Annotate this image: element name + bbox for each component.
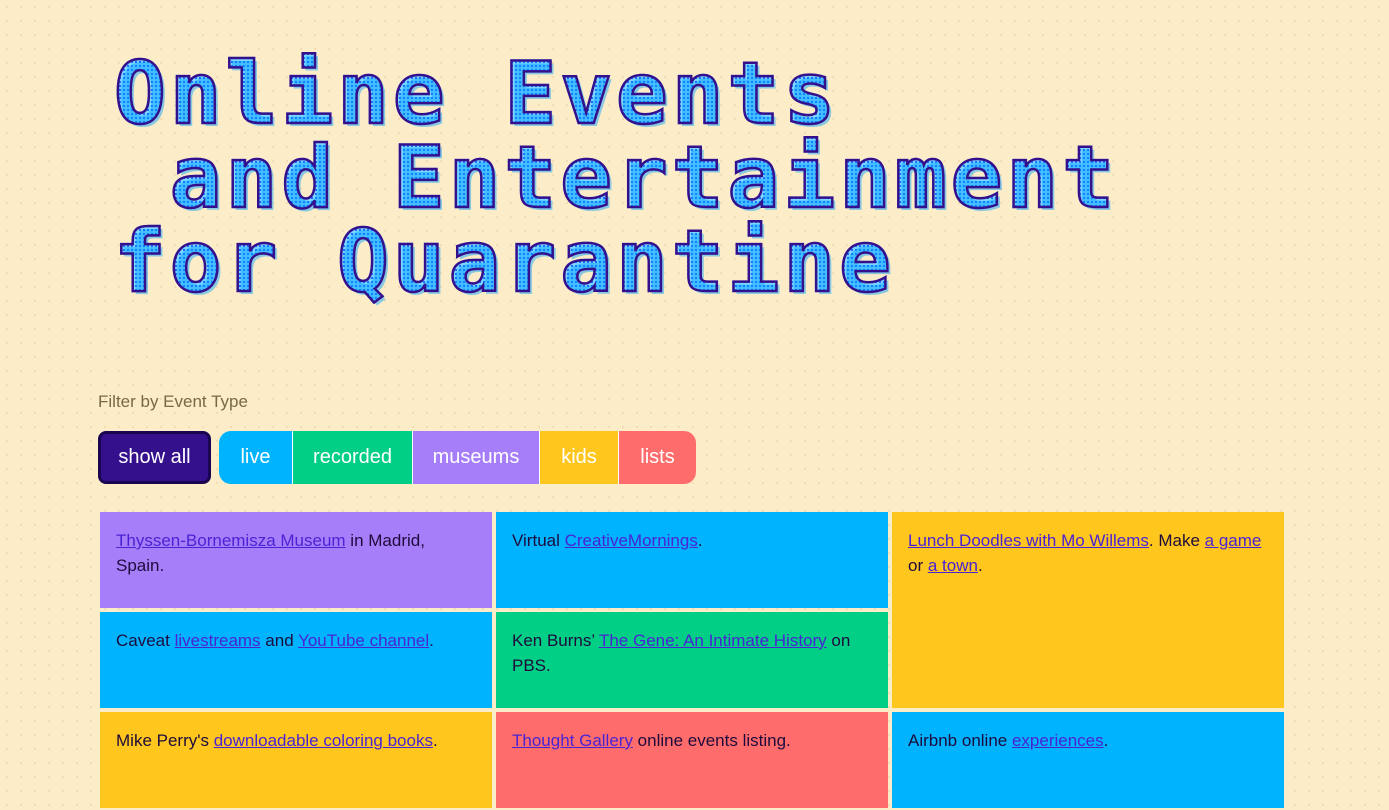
event-link[interactable]: YouTube channel <box>298 631 429 650</box>
event-card: Thought Gallery online events listing. <box>496 712 888 808</box>
event-link[interactable]: experiences <box>1012 731 1104 750</box>
event-link[interactable]: downloadable coloring books <box>214 731 433 750</box>
event-card: Mike Perry's downloadable coloring books… <box>100 712 492 808</box>
event-text: . <box>1103 731 1109 750</box>
filter-show-all-button[interactable]: show all <box>98 431 211 484</box>
event-text: and <box>260 631 299 650</box>
page-title-line-3: for Quarantine <box>113 218 1118 307</box>
event-link[interactable]: The Gene: An Intimate History <box>599 631 827 650</box>
page-title-line-1: Online Events <box>113 50 1118 139</box>
event-text: online events listing. <box>632 731 791 750</box>
event-text: . <box>429 631 434 650</box>
filter-label: Filter by Event Type <box>98 392 248 411</box>
event-text: . <box>697 531 703 550</box>
event-card: Virtual CreativeMornings. <box>496 512 888 608</box>
event-card: Ken Burns’ The Gene: An Intimate History… <box>496 612 888 708</box>
filter-kids-button[interactable]: kids <box>540 431 619 484</box>
event-card: Thyssen-Bornemisza Museum in Madrid, Spa… <box>100 512 492 608</box>
event-grid: Thyssen-Bornemisza Museum in Madrid, Spa… <box>98 510 1290 810</box>
event-card: Airbnb online experiences. <box>892 712 1284 808</box>
filter-lists-button[interactable]: lists <box>619 431 696 484</box>
event-card: Lunch Doodles with Mo Willems. Make a ga… <box>892 512 1284 708</box>
event-link[interactable]: a town <box>928 556 978 575</box>
page-title-line-2: and Entertainment <box>114 128 1118 228</box>
event-link[interactable]: a game <box>1205 531 1262 550</box>
event-link[interactable]: Thought Gallery <box>512 731 633 750</box>
event-link[interactable]: Thyssen-Bornemisza Museum <box>116 531 346 550</box>
filter-live-button[interactable]: live <box>219 431 293 484</box>
event-link[interactable]: livestreams <box>175 631 261 650</box>
event-text: . <box>977 556 983 575</box>
event-link[interactable]: CreativeMornings <box>565 531 698 550</box>
event-link[interactable]: Lunch Doodles with Mo Willems <box>908 531 1149 550</box>
event-text: Virtual <box>512 531 565 550</box>
page-title: Online Events and Entertainment for Quara… <box>113 50 1118 307</box>
event-text: Mike Perry's <box>116 731 214 750</box>
event-text: or <box>908 556 928 575</box>
event-text: Ken Burns’ <box>512 631 599 650</box>
event-text: Airbnb online <box>908 731 1012 750</box>
event-card: Caveat livestreams and YouTube channel. <box>100 612 492 708</box>
event-text: . Make <box>1148 531 1205 550</box>
filter-button-group: show all live recorded museums kids list… <box>98 431 696 484</box>
filter-museums-button[interactable]: museums <box>413 431 540 484</box>
event-text: . <box>432 731 438 750</box>
event-text: Caveat <box>116 631 175 650</box>
filter-recorded-button[interactable]: recorded <box>293 431 413 484</box>
